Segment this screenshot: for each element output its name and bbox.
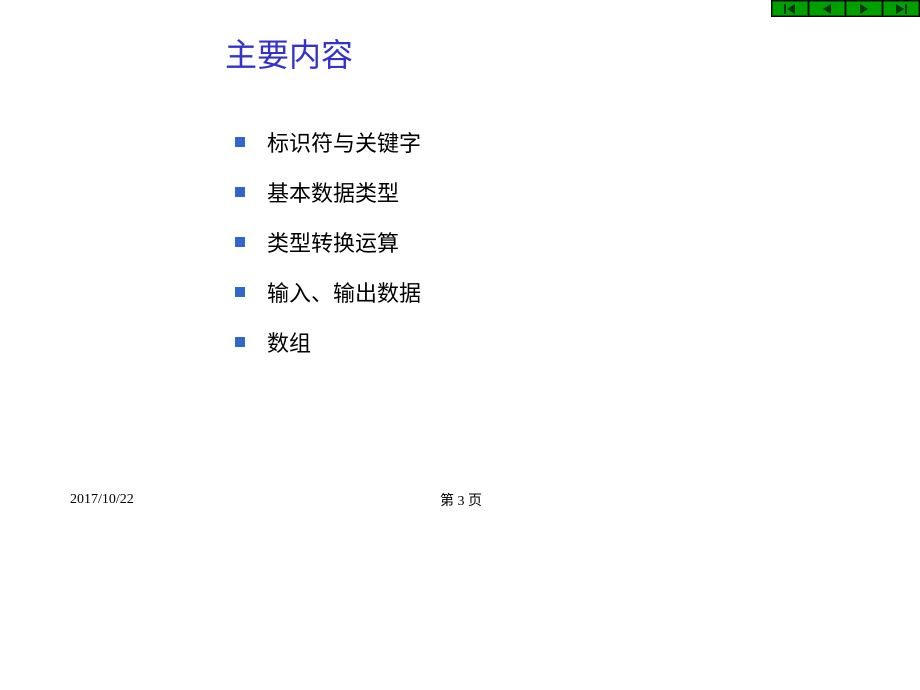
bullet-text: 标识符与关键字 (267, 126, 421, 158)
bullet-icon (235, 287, 245, 297)
list-item: 数组 (235, 326, 860, 358)
bullet-icon (235, 337, 245, 347)
first-slide-button[interactable] (772, 1, 808, 16)
footer-page-number: 第 3 页 (440, 490, 482, 510)
last-icon (895, 4, 907, 14)
slide-title: 主要内容 (225, 30, 860, 76)
bullet-text: 输入、输出数据 (267, 276, 421, 308)
bullet-list: 标识符与关键字 基本数据类型 类型转换运算 输入、输出数据 数组 (225, 126, 860, 358)
prev-slide-button[interactable] (809, 1, 845, 16)
list-item: 输入、输出数据 (235, 276, 860, 308)
slide-content: 主要内容 标识符与关键字 基本数据类型 类型转换运算 输入、输出数据 数组 (225, 30, 860, 376)
bullet-icon (235, 137, 245, 147)
bullet-icon (235, 237, 245, 247)
next-slide-button[interactable] (846, 1, 882, 16)
bullet-text: 数组 (267, 326, 311, 358)
footer-date: 2017/10/22 (70, 492, 134, 508)
list-item: 标识符与关键字 (235, 126, 860, 158)
next-icon (858, 4, 870, 14)
navigation-bar (771, 0, 920, 17)
first-icon (784, 4, 796, 14)
list-item: 基本数据类型 (235, 176, 860, 208)
bullet-text: 基本数据类型 (267, 176, 399, 208)
bullet-text: 类型转换运算 (267, 226, 399, 258)
bullet-icon (235, 187, 245, 197)
list-item: 类型转换运算 (235, 226, 860, 258)
last-slide-button[interactable] (883, 1, 919, 16)
prev-icon (821, 4, 833, 14)
